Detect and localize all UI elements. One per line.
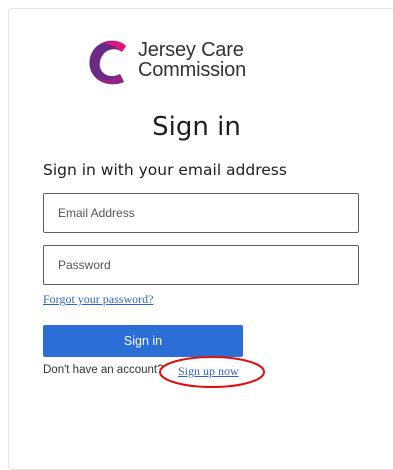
email-field[interactable] bbox=[43, 193, 359, 233]
forgot-password-link[interactable]: Forgot your password? bbox=[43, 292, 153, 307]
sign-up-link[interactable]: Sign up now bbox=[178, 364, 239, 379]
form-subtitle: Sign in with your email address bbox=[43, 161, 287, 179]
page-title: Sign in bbox=[152, 112, 241, 142]
brand-name: Jersey Care Commission bbox=[138, 40, 246, 80]
sign-in-button[interactable]: Sign in bbox=[43, 325, 243, 357]
logo-c-icon bbox=[89, 40, 126, 85]
brand-name-line1: Jersey Care bbox=[138, 39, 244, 61]
brand-name-line2: Commission bbox=[138, 59, 247, 81]
brand-logo: Jersey Care Commission bbox=[86, 34, 286, 94]
password-field[interactable] bbox=[43, 245, 359, 285]
no-account-text: Don't have an account? bbox=[43, 364, 164, 376]
